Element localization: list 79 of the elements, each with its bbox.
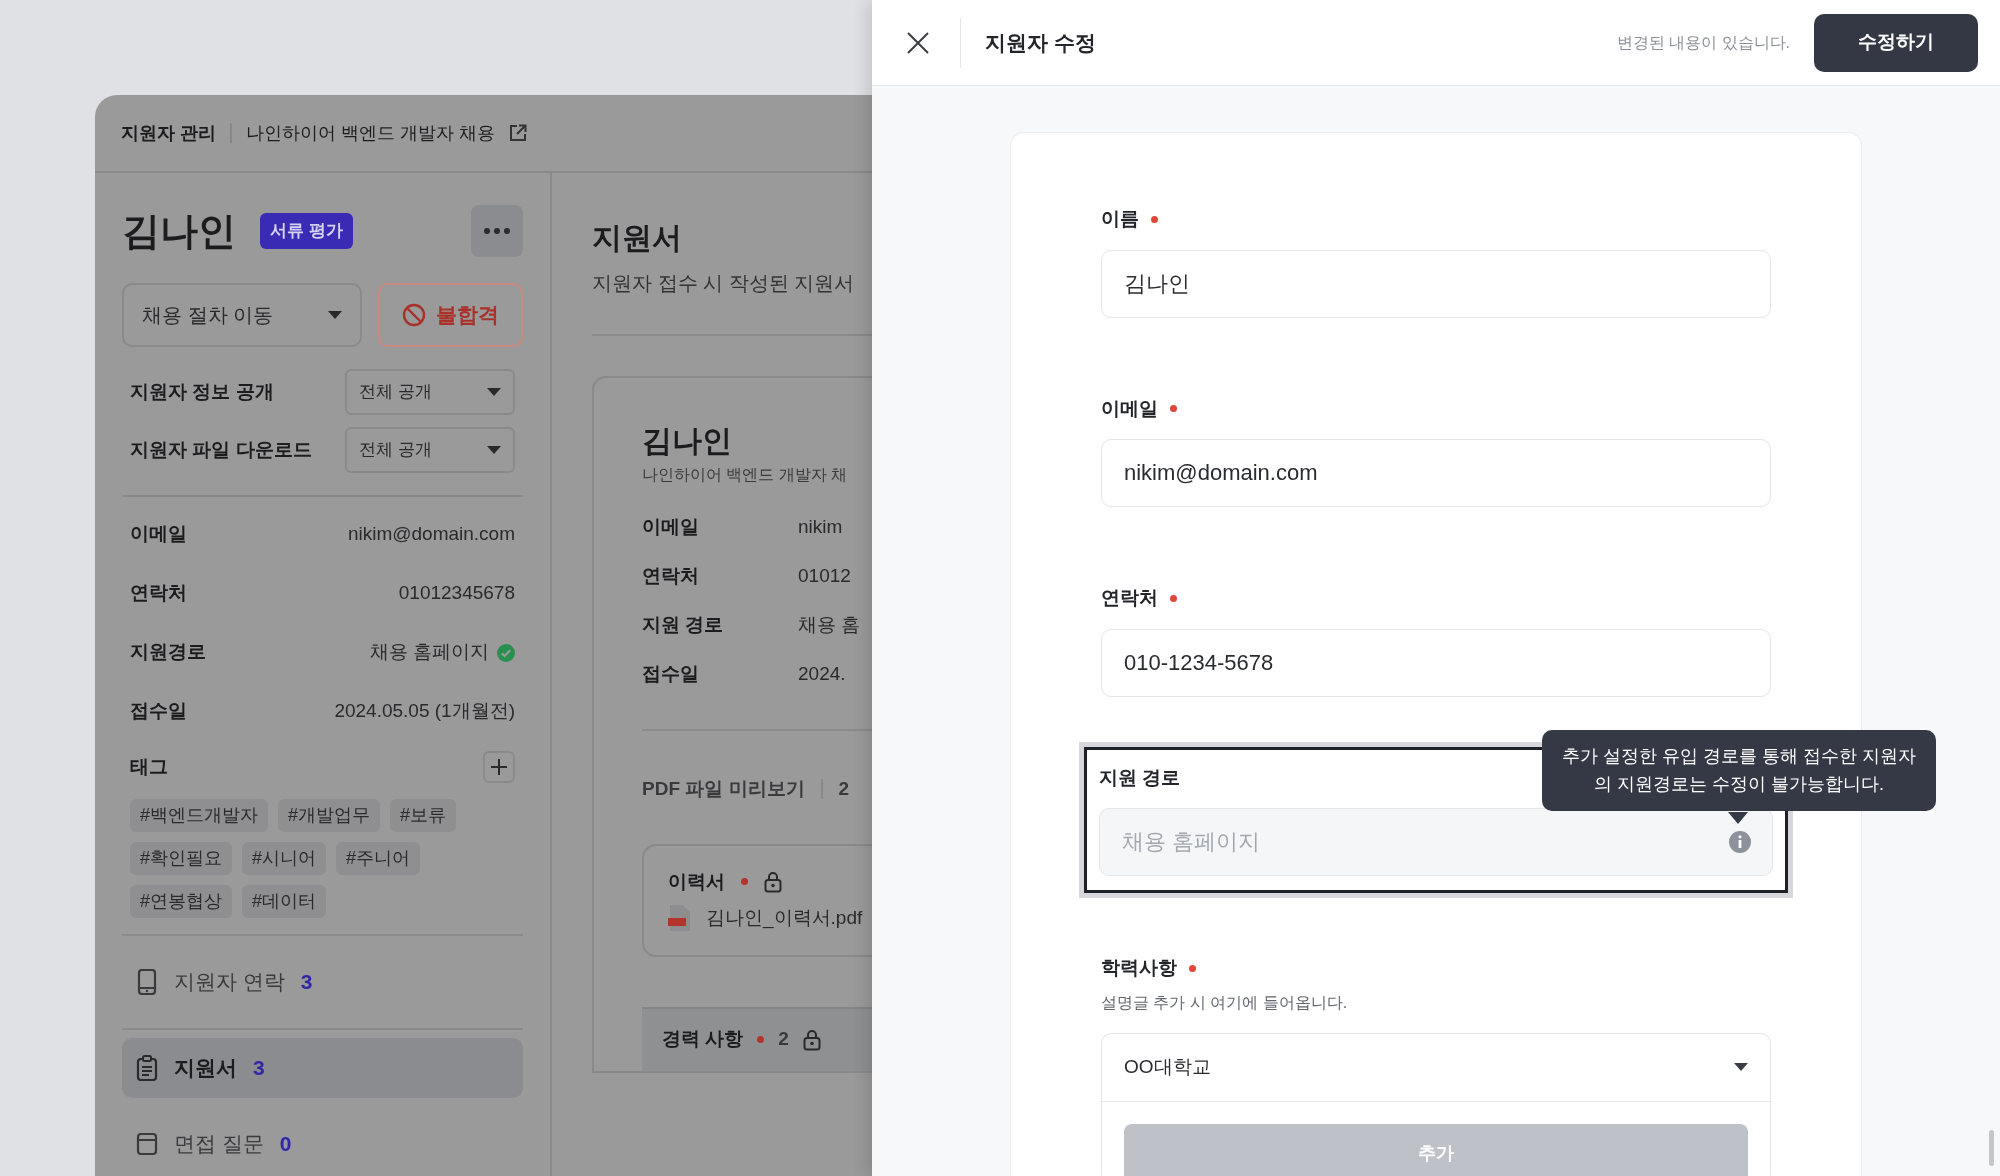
preview-value: 01012 — [798, 564, 851, 589]
preview-label: 지원 경로 — [642, 613, 725, 638]
pdf-file-icon — [668, 905, 690, 932]
tag-chip: #시니어 — [242, 842, 327, 875]
info-label: 접수일 — [130, 699, 187, 724]
setting-label: 지원자 파일 다운로드 — [130, 437, 312, 462]
tag-chip: #보류 — [390, 799, 457, 832]
caret-down-icon — [328, 311, 342, 319]
preview-label: 접수일 — [642, 662, 700, 687]
add-tag-button[interactable] — [483, 751, 515, 783]
caret-down-icon — [487, 388, 501, 396]
preview-value: 채용 홈 — [798, 613, 861, 638]
save-button[interactable]: 수정하기 — [1814, 13, 1978, 72]
preview-posting: 나인하이어 백엔드 개발자 채 — [642, 465, 849, 485]
tooltip-arrow — [1728, 811, 1748, 824]
drawer-title: 지원자 수정 — [985, 29, 1096, 56]
caret-down-icon — [487, 446, 501, 454]
close-icon — [907, 31, 929, 54]
info-value: 2024.05.05 (1개월전) — [334, 699, 515, 724]
tag-chip: #주니어 — [336, 842, 421, 875]
education-select[interactable]: OO대학교 — [1102, 1033, 1770, 1102]
info-label: 이메일 — [130, 522, 187, 547]
tag-chip: #데이터 — [242, 885, 327, 918]
caret-down-icon — [1734, 1063, 1748, 1071]
preview-name: 김나인 — [642, 423, 733, 459]
section-subtitle: 지원자 접수 시 작성된 지원서 — [592, 271, 856, 296]
field-label: 연락처 — [1101, 586, 1158, 610]
info-label: 연락처 — [130, 581, 187, 606]
external-link-icon[interactable] — [509, 124, 528, 142]
info-value: nikim@domain.com — [347, 522, 515, 547]
text-input-field[interactable]: nikim@domain.com — [1101, 439, 1771, 507]
file-count: 2 — [838, 777, 850, 801]
field-label: 지원 경로 — [1099, 765, 1181, 790]
file-name[interactable]: 김나인_이력서.pdf — [706, 904, 863, 933]
phone-icon — [136, 969, 158, 995]
sidebar-nav-item[interactable]: 지원자 연락 3 — [122, 952, 523, 1012]
career-count: 2 — [778, 1027, 789, 1052]
section-title: 지원서 — [592, 220, 683, 256]
visibility-select[interactable]: 전체 공개 — [345, 369, 515, 415]
sidebar-nav-item[interactable]: 지원서 3 — [122, 1038, 523, 1098]
tags-label: 태그 — [130, 754, 168, 779]
tag-chip: #연봉협상 — [130, 885, 232, 918]
tooltip: 추가 설정한 유입 경로를 통해 접수한 지원자의 지원경로는 수정이 불가능합니다. — [1542, 729, 1936, 812]
career-title: 경력 사항 — [662, 1027, 744, 1052]
info-icon — [1729, 831, 1751, 853]
breadcrumb-section[interactable]: 지원자 관리 — [121, 119, 216, 147]
setting-label: 지원자 정보 공개 — [130, 379, 274, 404]
job-posting-link[interactable]: 나인하이어 백엔드 개발자 채용 — [246, 119, 496, 147]
tag-chip: #백엔드개발자 — [130, 799, 268, 832]
more-options-button[interactable] — [471, 205, 523, 257]
info-value: 01012345678 — [398, 581, 515, 606]
preview-value: 2024. — [798, 662, 846, 687]
field-label: 학력사항 — [1101, 956, 1177, 980]
preview-label: 연락처 — [642, 564, 700, 589]
field-description: 설명글 추가 시 여기에 들어옵니다. — [1101, 992, 1349, 1013]
info-label: 지원경로 — [130, 640, 206, 665]
scrollbar-thumb[interactable] — [1989, 1130, 1994, 1166]
preview-label: 이메일 — [642, 515, 700, 540]
stage-move-dropdown[interactable]: 채용 절차 이동 — [122, 283, 362, 347]
text-input-field[interactable]: 010-1234-5678 — [1101, 628, 1771, 697]
field-label: 이메일 — [1101, 396, 1158, 421]
plus-icon — [491, 759, 507, 775]
info-value: 채용 홈페이지 — [369, 640, 489, 665]
list-icon — [136, 1131, 158, 1157]
prohibited-icon — [402, 303, 426, 327]
stage-badge: 서류 평가 — [260, 213, 353, 249]
pdf-preview-label: PDF 파일 미리보기 — [642, 777, 805, 801]
visibility-select[interactable]: 전체 공개 — [345, 427, 515, 473]
unsaved-changes-notice: 변경된 내용이 있습니다. — [1616, 32, 1790, 53]
field-label: 이름 — [1101, 207, 1139, 231]
more-icon — [484, 228, 510, 234]
text-input-field[interactable]: 김나인 — [1101, 249, 1771, 318]
file-title: 이력서 — [668, 869, 725, 894]
applicant-name: 김나인 — [122, 208, 236, 254]
preview-value: nikim — [798, 515, 843, 540]
tag-chip: #개발업무 — [278, 799, 381, 832]
tag-chip: #확인필요 — [130, 842, 232, 875]
sidebar-nav-item[interactable]: 면접 질문 0 — [122, 1114, 523, 1174]
clipboard-icon — [136, 1055, 158, 1081]
